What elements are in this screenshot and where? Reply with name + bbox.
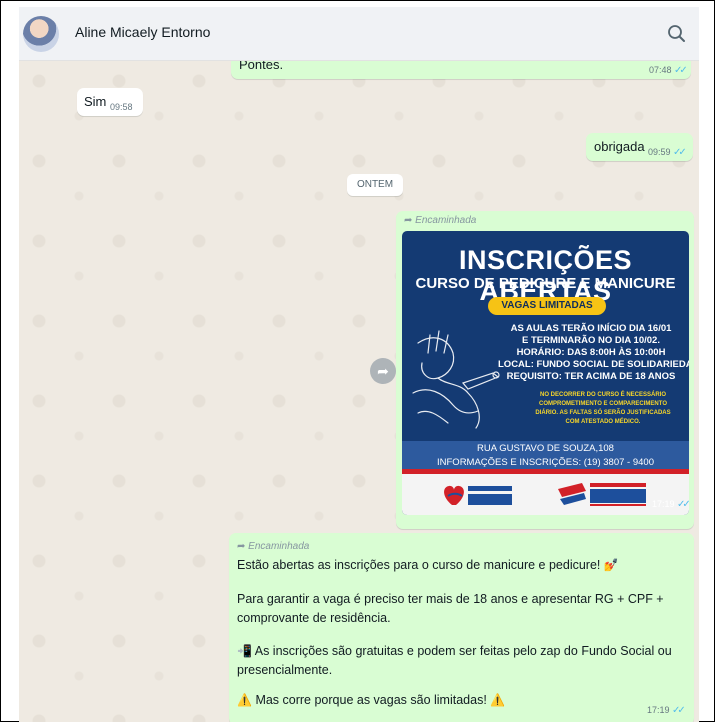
poster-note-line: COM ATESTADO MÉDICO.: [565, 419, 641, 425]
message-paragraph: ⚠️ Mas corre porque as vagas são limitad…: [237, 691, 505, 710]
message-time: 17:19 ✓✓: [652, 499, 689, 510]
double-check-icon: ✓✓: [673, 147, 687, 158]
forwarded-text-message[interactable]: ➦ Encaminhada Estão abertas as inscriçõe…: [229, 533, 694, 722]
warning-emoji: ⚠️: [490, 693, 506, 707]
message-line: presencialmente.: [237, 663, 333, 677]
poster-note-line: DIÁRIO. AS FALTAS SÓ SERÃO JUSTIFICADAS: [535, 410, 671, 416]
message-text: Pontes.: [239, 61, 284, 72]
message-bubble-incoming[interactable]: Sim 09:58: [77, 88, 143, 116]
poster-note-line: NO DECORRER DO CURSO É NECESSÁRIO: [539, 392, 666, 398]
message-line: 📲 As inscrições são gratuitas e podem se…: [237, 644, 672, 658]
double-check-icon: ✓✓: [677, 499, 689, 510]
message-line: Estão abertas as inscrições para o curso…: [237, 558, 619, 572]
share-icon: ➦: [377, 363, 389, 379]
message-list[interactable]: Pontes. 07:48 ✓✓ Sim 09:58 obrigada 09:5…: [19, 61, 699, 722]
hands-illustration: [412, 330, 500, 429]
poster-contact: INFORMAÇÕES E INSCRIÇÕES: (19) 3807 - 94…: [437, 457, 654, 468]
poster-badge: VAGAS LIMITADAS: [488, 297, 606, 315]
message-time: 09:58: [110, 102, 133, 112]
forward-arrow-icon: ➦: [404, 215, 413, 226]
poster-note-line: COMPROMETIMENTO E COMPARECIMENTO: [538, 401, 667, 407]
poster-info-line: LOCAL: FUNDO SOCIAL DE SOLIDARIEDADE: [498, 359, 689, 370]
contact-name[interactable]: Aline Micaely Entorno: [75, 24, 210, 40]
message-text: Estão abertas as inscrições para o curso…: [237, 556, 619, 575]
search-button[interactable]: [664, 21, 690, 47]
poster-subheadline: CURSO DE PEDICURE E MANICURE: [415, 275, 676, 292]
message-time: 09:59 ✓✓: [648, 147, 687, 158]
poster-info: AS AULAS TERÃO INÍCIO DIA 16/01 E TERMIN…: [498, 323, 689, 383]
phone-emoji: 📲: [237, 644, 252, 658]
chat-header[interactable]: Aline Micaely Entorno: [19, 7, 699, 61]
double-check-icon: ✓✓: [674, 65, 688, 76]
poster-note: NO DECORRER DO CURSO É NECESSÁRIO COMPRO…: [520, 391, 686, 427]
message-bubble-outgoing[interactable]: obrigada 09:59 ✓✓: [586, 133, 693, 161]
forwarded-label: ➦ Encaminhada: [404, 215, 477, 226]
poster-image[interactable]: INSCRIÇÕES ABERTAS CURSO DE PEDICURE E M…: [402, 231, 689, 515]
warning-emoji: ⚠️: [237, 693, 252, 707]
message-line: Para garantir a vaga é preciso ter mais …: [237, 592, 664, 606]
search-icon: [668, 25, 685, 42]
fundo-social-logo: [444, 485, 512, 505]
forwarded-label: ➦ Encaminhada: [237, 541, 310, 552]
poster-address: RUA GUSTAVO DE SOUZA,108: [477, 443, 614, 454]
poster-info-line: AS AULAS TERÃO INÍCIO DIA 16/01: [510, 323, 672, 334]
date-divider: ONTEM: [347, 174, 403, 196]
message-bubble-outgoing[interactable]: Pontes. 07:48 ✓✓: [231, 61, 691, 79]
message-time: 07:48 ✓✓: [649, 65, 688, 76]
message-time: 17:19 ✓✓: [647, 705, 686, 716]
forward-arrow-icon: ➦: [237, 541, 246, 552]
message-line: ⚠️ Mas corre porque as vagas são limitad…: [237, 693, 506, 707]
prefeitura-logo: [558, 483, 646, 506]
poster-address-band: RUA GUSTAVO DE SOUZA,108 INFORMAÇÕES E I…: [402, 441, 689, 471]
message-paragraph: Para garantir a vaga é preciso ter mais …: [237, 590, 664, 628]
contact-avatar[interactable]: [23, 16, 59, 52]
poster-info-line: REQUISITO: TER ACIMA DE 18 ANOS: [506, 371, 676, 382]
message-text: obrigada: [594, 139, 645, 154]
poster-info-line: E TERMINARÃO NO DIA 10/02.: [522, 335, 660, 346]
message-line: comprovante de residência.: [237, 611, 391, 625]
poster-footer: [402, 474, 689, 515]
share-button[interactable]: ➦: [370, 358, 396, 384]
nail-polish-emoji: 💅: [603, 558, 619, 572]
message-text: Sim: [84, 94, 107, 109]
poster-info-line: HORÁRIO: DAS 8:00H ÀS 10:00H: [516, 347, 666, 358]
double-check-icon: ✓✓: [672, 705, 686, 716]
chat-window: Aline Micaely Entorno Pontes. 07:48 ✓✓ S…: [0, 0, 715, 722]
message-paragraph: 📲 As inscrições são gratuitas e podem se…: [237, 642, 672, 680]
forwarded-image-message[interactable]: ➦ Encaminhada INSCRIÇÕES ABERTAS CURSO D…: [396, 211, 694, 529]
